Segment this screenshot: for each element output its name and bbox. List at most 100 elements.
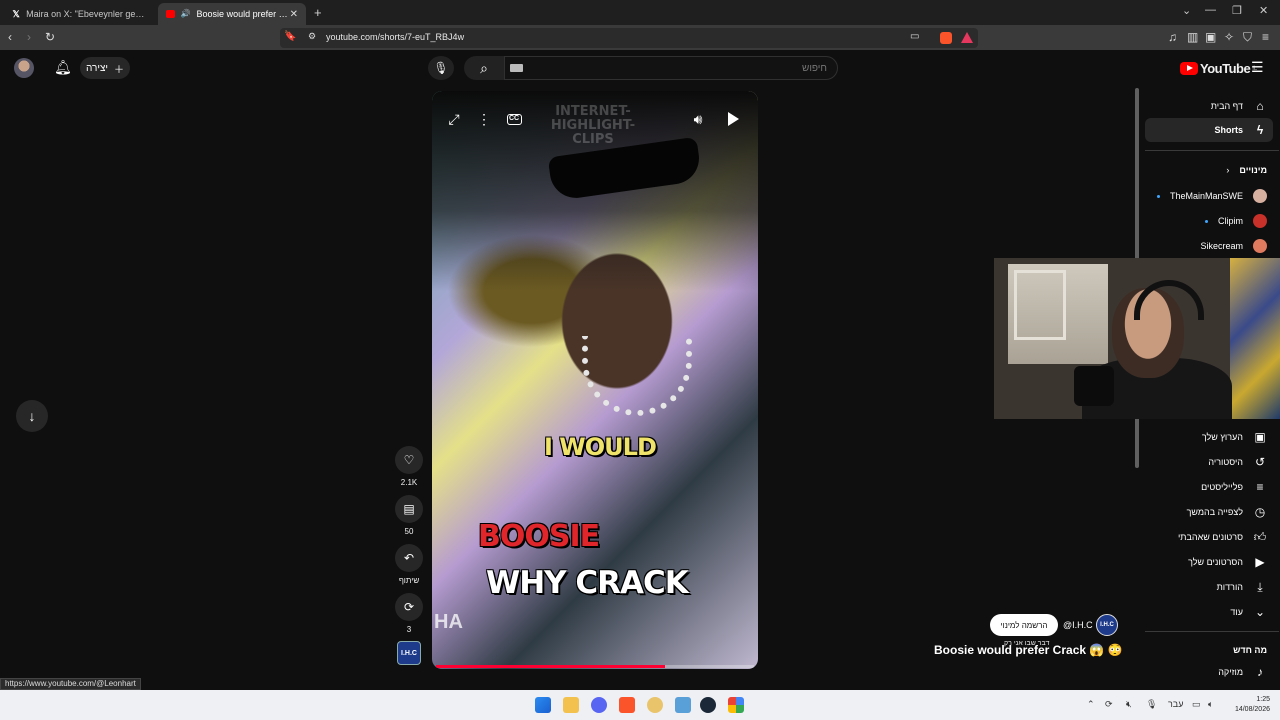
reload-icon[interactable]: ↻ [45,30,55,44]
sidebar-item-watch-later[interactable]: לצפייה בהמשך ◷ [1145,500,1273,524]
update-icon[interactable]: ⟳ [1105,699,1113,710]
tab-search-icon[interactable]: ⌄ [1182,4,1191,17]
wallet-icon[interactable]: ▣ [1205,30,1216,44]
video-watermark: INTERNET- HIGHLIGHT- CLIPS [550,104,636,147]
sidebar-toggle-icon[interactable]: ▥ [1187,30,1198,44]
microphone-icon: 🎙︎ [433,61,449,75]
shorts-player[interactable]: INTERNET- HIGHLIGHT- CLIPS ⤢ ⋮ CC 🔊︎ I W… [432,91,758,669]
sidebar-item-downloads[interactable]: הורדות ⤓ [1145,575,1273,599]
play-icon [727,112,739,126]
sidebar-item-label: Shorts [1214,125,1243,135]
leo-ai-icon[interactable]: ✧ [1224,30,1234,44]
sidebar-subscriptions-heading[interactable]: › מינויים [1145,158,1273,182]
system-clock[interactable]: 1:25 14/08/2026 [1222,695,1270,715]
close-tab-icon[interactable]: ✕ [290,9,298,20]
network-icon[interactable]: ▭ [1192,699,1201,710]
tab-title: Boosie would prefer Crack 😱 [196,8,290,19]
sidebar-item-your-videos[interactable]: הסרטונים שלך ▶ [1145,550,1273,574]
windows-taskbar: ⌃ ⟳ 🔇︎ 🎙︎ עבר ▭ 🔈︎ 1:25 14/08/2026 [0,690,1280,720]
sidebar-item-sub-clipim[interactable]: Clipim [1145,209,1273,233]
webcam-poster [1230,258,1280,419]
fullscreen-button[interactable]: ⤢ [442,107,466,131]
bookmark-icon[interactable]: 🔖 [284,31,296,42]
webcam-microphone [1074,366,1114,406]
sidebar-item-history[interactable]: היסטוריה ↺ [1145,450,1273,474]
youtube-logo[interactable]: YouTube IL [1180,61,1257,76]
vpn-shield-icon[interactable]: ⛉ [1243,30,1252,45]
steam-icon[interactable] [700,697,716,713]
more-vertical-icon: ⋮ [477,110,491,127]
sidebar-item-label: מוזיקה [1218,667,1243,677]
brave-shields-icon[interactable] [940,32,952,44]
comments-button[interactable]: ▤ [395,495,423,523]
next-short-button[interactable]: ↓ [16,400,48,432]
guide-menu-icon[interactable]: ☰ [1251,59,1264,76]
brave-rewards-icon[interactable] [961,32,973,43]
create-label: יצירה [85,62,109,74]
app-icon[interactable] [728,697,744,713]
sidebar-item-liked[interactable]: סרטונים שאהבתי 👍︎ [1145,525,1273,549]
sidebar-item-music[interactable]: מוזיקה ♪ [1145,660,1273,684]
sidebar-item-your-channel[interactable]: הערוץ שלך ▣ [1145,425,1273,449]
language-indicator[interactable]: עבר [1168,699,1183,709]
keyboard-icon[interactable] [510,64,523,72]
back-icon[interactable]: ‹ [8,30,12,44]
cast-icon[interactable]: ▭ [910,31,919,42]
forward-icon[interactable]: › [27,30,31,44]
tab-youtube-short[interactable]: 🔊 Boosie would prefer Crack 😱 ✕ [158,3,306,25]
sidebar-item-playlists[interactable]: פלייליסטים ≡ [1145,475,1273,499]
speaker-icon[interactable]: 🔊 [181,9,191,19]
sidebar-item-label: הסרטונים שלך [1188,557,1243,567]
app-icon[interactable] [647,697,663,713]
minimize-icon[interactable]: — [1205,4,1216,16]
tray-overflow-icon[interactable]: ⌃ [1087,699,1095,710]
brave-browser-icon[interactable] [619,697,635,713]
share-button[interactable]: ↶ [395,544,423,572]
more-options-button[interactable]: ⋮ [472,107,496,131]
channel-handle[interactable]: @I.H.C [1063,620,1093,630]
x-logo-icon: 𝕏 [12,9,20,19]
volume-tray-icon[interactable]: 🔈︎ [1208,699,1213,710]
volume-button[interactable]: 🔊︎ [686,107,710,131]
start-menu-icon[interactable] [535,697,551,713]
account-avatar[interactable] [14,58,34,78]
browser-menu-icon[interactable]: ≡ [1262,30,1269,44]
captions-icon: CC [506,113,522,125]
sidebar-item-label: דף הבית [1210,101,1243,111]
search-button[interactable]: ⌕ [464,56,504,80]
sound-channel-avatar[interactable]: I.H.C [397,641,421,665]
sidebar-item-sub-sikecream[interactable]: Sikecream [1145,234,1273,258]
like-button[interactable]: ♡ [395,446,423,474]
app-icon[interactable] [675,697,691,713]
remix-button[interactable]: ⟳ [395,593,423,621]
sidebar-item-home[interactable]: דף הבית ⌂ [1145,94,1273,118]
youtube-header: 🔔︎ יצירה ＋ 🎙︎ ⌕ YouTube IL ☰ [0,50,1280,86]
search-input[interactable] [504,56,838,80]
subscribe-button[interactable]: הרשמה למינוי [990,614,1058,636]
mute-icon[interactable]: 🔇︎ [1126,699,1132,710]
close-window-icon[interactable]: ✕ [1259,4,1268,17]
progress-bar[interactable] [436,665,754,668]
short-title[interactable]: Boosie would prefer Crack 😱 😳 [934,643,1123,657]
sidebar-item-sub-themainmanswe[interactable]: TheMainManSWE [1145,184,1273,208]
voice-search-button[interactable]: 🎙︎ [428,56,454,80]
discord-icon[interactable] [591,697,607,713]
media-icon[interactable]: ♫ [1168,30,1177,44]
address-bar[interactable]: 🔖 ⚙ youtube.com/shorts/7-euT_RBJ4w ▭ [280,28,978,48]
sidebar-item-shorts[interactable]: Shorts ϟ [1145,118,1273,142]
remix-icon: ⟳ [403,600,415,614]
play-button[interactable] [721,107,745,131]
mic-tray-icon[interactable]: 🎙︎ [1146,699,1157,710]
new-tab-button[interactable]: + [314,5,322,20]
file-explorer-icon[interactable] [563,697,579,713]
whats-new-heading: מה חדש [1233,645,1267,655]
sidebar-item-label: סרטונים שאהבתי [1177,532,1243,542]
maximize-icon[interactable]: ❐ [1232,4,1242,17]
site-settings-icon[interactable]: ⚙ [308,31,316,42]
tab-x-post[interactable]: 𝕏 Maira on X: "Ebeveynler gerizekalı ol [4,3,154,25]
notifications-bell-icon[interactable]: 🔔︎ [54,59,72,76]
captions-button[interactable]: CC [502,107,526,131]
sidebar-item-more[interactable]: עוד ⌄ [1145,600,1273,624]
create-button[interactable]: יצירה ＋ [80,57,130,79]
channel-avatar[interactable]: I.H.C [1096,614,1118,636]
